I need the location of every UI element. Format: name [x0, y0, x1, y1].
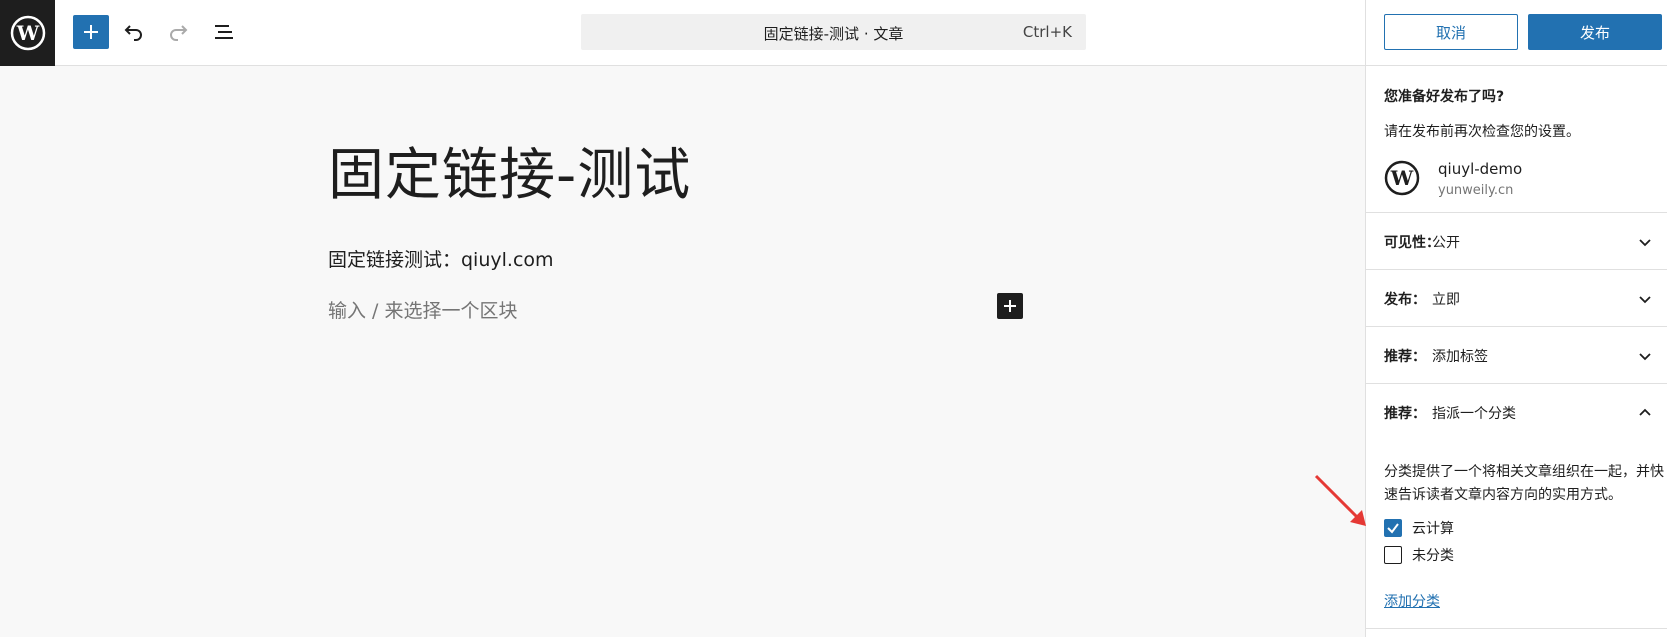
checkmark-icon	[1387, 523, 1399, 534]
prepublish-heading: 您准备好发布了吗?	[1384, 89, 1505, 105]
category-checkbox-item[interactable]: 云计算	[1384, 518, 1454, 538]
list-view-icon	[215, 25, 233, 39]
editor-header: W 固定链接-测试 · 文章 Ctrl+K 取消 发布	[0, 0, 1667, 66]
category-checkbox-item[interactable]: 未分类	[1384, 545, 1454, 565]
checkbox-unchecked[interactable]	[1384, 546, 1402, 564]
site-url: yunweily.cn	[1438, 183, 1514, 198]
panel-label: 推荐：	[1384, 406, 1426, 422]
wordpress-icon: W	[10, 15, 45, 51]
block-inserter-button[interactable]	[73, 15, 109, 49]
paragraph-block[interactable]: 固定链接测试：qiuyl.com	[328, 245, 554, 272]
panel-value: 指派一个分类	[1432, 406, 1516, 422]
empty-block-placeholder[interactable]: 输入 / 来选择一个区块	[328, 296, 517, 323]
prepublish-sidebar: 您准备好发布了吗? 请在发布前再次检查您的设置。 W qiuyl-demo yu…	[1366, 66, 1667, 637]
panel-value: 公开	[1432, 235, 1460, 251]
publish-button[interactable]: 发布	[1528, 14, 1662, 50]
command-shortcut: Ctrl+K	[1022, 23, 1072, 41]
undo-icon	[124, 25, 142, 41]
post-title[interactable]: 固定链接-测试	[328, 130, 691, 211]
add-category-link[interactable]: 添加分类	[1384, 591, 1440, 611]
site-name: qiuyl-demo	[1438, 160, 1523, 178]
undo-button[interactable]	[120, 18, 148, 46]
panel-tags[interactable]: 推荐： 添加标签	[1366, 326, 1667, 384]
panel-value: 立即	[1432, 292, 1460, 308]
chevron-down-icon	[1639, 296, 1651, 304]
wordpress-logo-button[interactable]: W	[0, 0, 55, 66]
svg-text:W: W	[1390, 166, 1414, 190]
panel-visibility[interactable]: 可见性： 公开	[1366, 212, 1667, 270]
site-icon: W	[1384, 160, 1420, 196]
redo-icon	[170, 25, 188, 41]
annotation-arrow-icon	[1314, 474, 1366, 526]
chevron-up-icon	[1639, 408, 1651, 416]
command-palette-bar[interactable]: 固定链接-测试 · 文章 Ctrl+K	[581, 14, 1086, 50]
cancel-button[interactable]: 取消	[1384, 14, 1518, 50]
chevron-down-icon	[1639, 353, 1651, 361]
prepublish-subheading: 请在发布前再次检查您的设置。	[1384, 124, 1580, 140]
panel-categories[interactable]: 推荐： 指派一个分类	[1366, 383, 1667, 441]
panel-label: 发布：	[1384, 292, 1426, 308]
inline-inserter-button[interactable]	[997, 293, 1023, 319]
redo-button[interactable]	[164, 18, 192, 46]
plus-icon	[84, 25, 98, 39]
panel-publish-time[interactable]: 发布： 立即	[1366, 269, 1667, 327]
chevron-down-icon	[1639, 239, 1651, 247]
plus-icon	[1004, 300, 1016, 312]
checkbox-checked[interactable]	[1384, 519, 1402, 537]
document-title: 固定链接-测试 · 文章	[763, 25, 904, 43]
category-label: 未分类	[1412, 548, 1454, 564]
category-label: 云计算	[1412, 521, 1454, 537]
document-overview-button[interactable]	[210, 18, 238, 46]
sidebar-divider-line	[1366, 628, 1667, 629]
category-description: 分类提供了一个将相关文章组织在一起，并快速告诉读者文章内容方向的实用方式。	[1384, 464, 1664, 503]
svg-text:W: W	[15, 21, 39, 45]
panel-value: 添加标签	[1432, 349, 1488, 365]
panel-label: 推荐：	[1384, 349, 1426, 365]
